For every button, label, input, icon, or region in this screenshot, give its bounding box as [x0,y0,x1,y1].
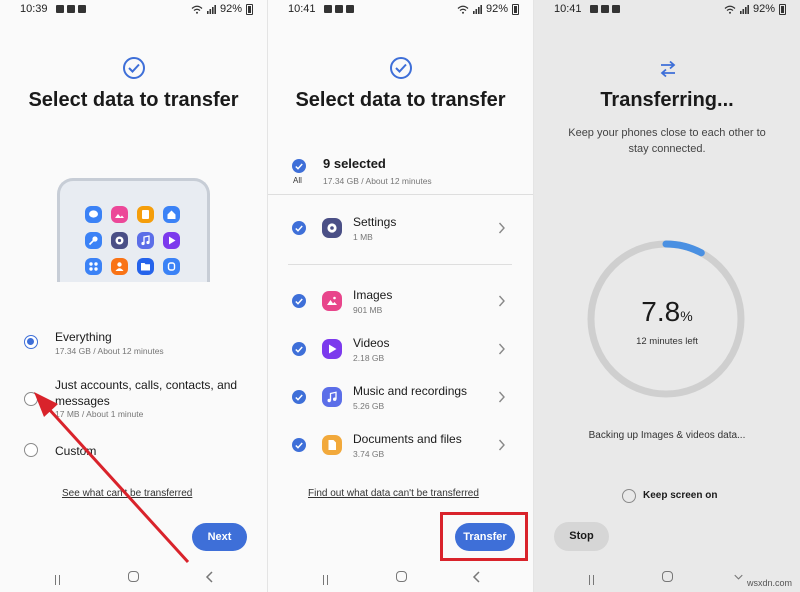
page-title: Select data to transfer [295,89,506,111]
home-icon[interactable] [128,571,139,582]
images-checkbox[interactable] [292,294,306,308]
description-line1: Keep your phones close to each other to [568,127,766,139]
battery-percent: 92% [752,3,775,15]
settings-chevron-right-icon[interactable] [498,222,505,234]
transfer-arrows-icon [660,60,676,78]
settings-label[interactable]: Settings [353,215,396,229]
transfer-highlight-annotation [440,512,528,561]
videos-checkbox[interactable] [292,342,306,356]
keep-screen-on-toggle[interactable] [622,489,636,503]
status-bar: 10:41 92% [534,3,800,17]
wifi-icon [457,5,469,14]
select-all-label: All [293,176,302,185]
progress-percent-value: 7.8 [641,296,681,327]
music-checkbox[interactable] [292,390,306,404]
music-label[interactable]: Music and recordings [353,384,467,398]
navigation-bar [268,570,533,585]
list-divider [288,264,512,265]
battery-icon [512,3,519,15]
screen-select-data-everything: 10:39 92% Select data to transfer Everyt… [0,0,267,592]
home-icon[interactable] [662,571,673,582]
recent-apps-icon[interactable] [323,572,334,585]
music-size: 5.26 GB [353,401,385,411]
music-chevron-right-icon[interactable] [498,391,505,403]
images-size: 901 MB [353,305,383,315]
videos-icon [322,339,342,359]
signal-icon [739,4,749,14]
images-icon [322,291,342,311]
status-right: 92% [724,3,786,15]
selected-summary: 17.34 GB / About 12 minutes [323,176,432,186]
documents-icon [322,435,342,455]
signal-icon [472,4,482,14]
videos-size: 2.18 GB [353,353,385,363]
progress-percent-unit: % [680,308,693,324]
status-right: 92% [457,3,519,15]
watermark: wsxdn.com [746,578,792,588]
check-circle-icon [390,57,412,79]
recent-apps-icon[interactable] [55,572,66,585]
time-left: 12 minutes left [636,336,698,347]
red-arrow-annotation [34,392,190,564]
navigation-bar [0,570,267,585]
images-chevron-right-icon[interactable] [498,295,505,307]
images-label[interactable]: Images [353,288,392,302]
screen-select-data-custom: 10:41 92% Select data to transfer All 9 … [267,0,533,592]
settings-icon [322,218,342,238]
status-bar: 10:41 92% [268,3,533,17]
progress-percent: 7.8% [534,296,800,328]
chevron-down-icon[interactable] [734,571,743,583]
home-icon[interactable] [396,571,407,582]
status-time: 10:41 [288,3,316,15]
keep-screen-on-label[interactable]: Keep screen on [643,490,717,501]
page-title: Transferring... [600,89,734,111]
screen-transferring: 10:41 92% Transferring... Keep your phon… [533,0,800,592]
description-line2: stay connected. [628,143,706,155]
settings-checkbox[interactable] [292,221,306,235]
documents-checkbox[interactable] [292,438,306,452]
documents-chevron-right-icon[interactable] [498,439,505,451]
videos-label[interactable]: Videos [353,336,389,350]
documents-label[interactable]: Documents and files [353,432,462,446]
videos-chevron-right-icon[interactable] [498,343,505,355]
music-icon [322,387,342,407]
wifi-icon [724,5,736,14]
settings-size: 1 MB [353,232,373,242]
stop-button[interactable]: Stop [554,522,609,551]
documents-size: 3.74 GB [353,449,385,459]
selected-count: 9 selected [323,156,386,171]
battery-percent: 92% [485,3,508,15]
notification-icons [324,5,354,13]
notification-icons [590,5,620,13]
select-all-checkbox[interactable] [292,159,306,173]
status-time: 10:41 [554,3,582,15]
back-icon[interactable] [472,571,481,583]
find-out-what-data-cant-be-transferred-link[interactable]: Find out what data can't be transferred [308,488,479,499]
recent-apps-icon[interactable] [589,572,600,585]
battery-icon [779,3,786,15]
header-divider [268,194,533,195]
backup-status: Backing up Images & videos data... [588,430,746,441]
back-icon[interactable] [205,571,214,583]
